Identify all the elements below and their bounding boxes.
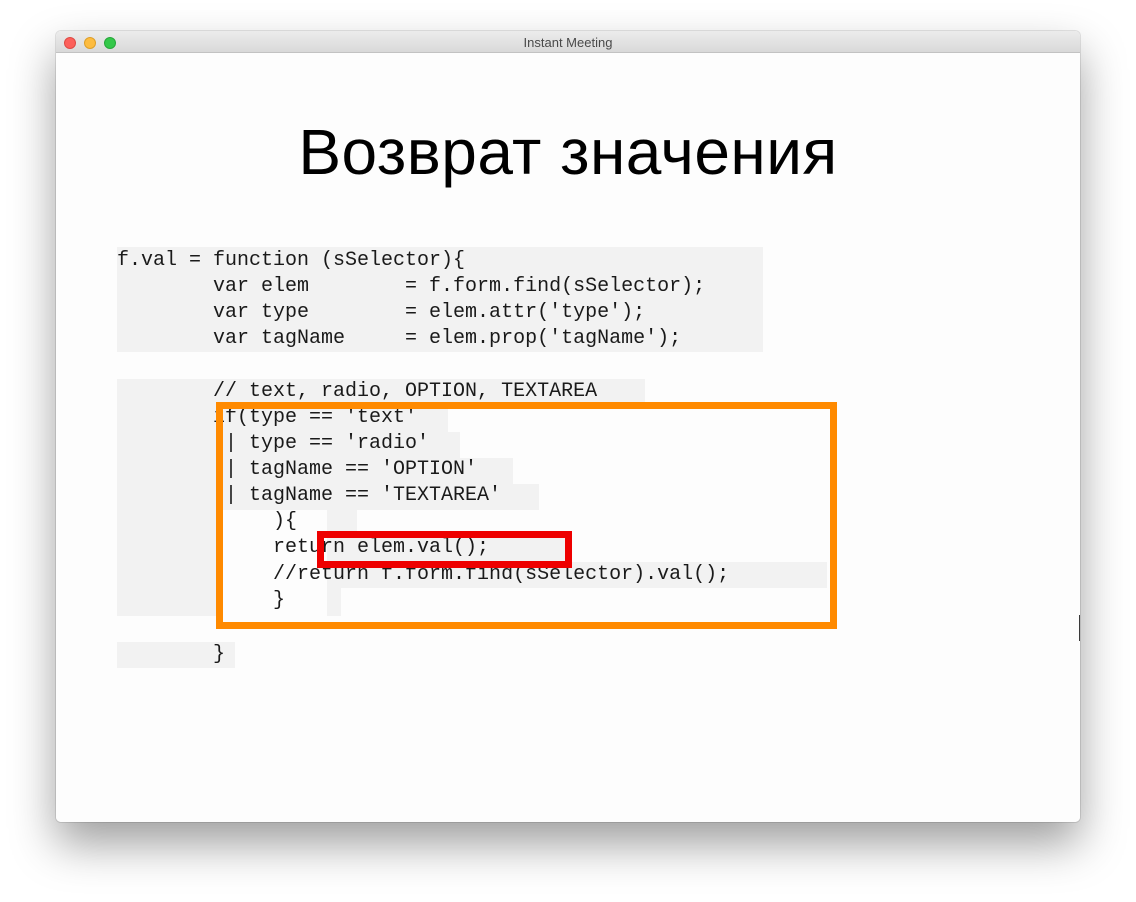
edge-marker [1079, 615, 1080, 641]
code-line: var type = elem.attr('type'); [117, 301, 646, 324]
return-highlight-box [317, 531, 572, 568]
code-line: f.val = function (sSelector){ [117, 249, 466, 272]
slide-title: Возврат значения [298, 116, 838, 188]
window-title: Instant Meeting [523, 35, 613, 50]
code-line: } [117, 643, 226, 666]
code-line: var tagName = elem.prop('tagName'); [117, 327, 682, 350]
condition-highlight-box [216, 402, 837, 629]
presentation-slide: Возврат значения f.val = function (sSele… [56, 53, 1080, 822]
code-line: var elem = f.form.find(sSelector); [117, 275, 706, 298]
title-bar[interactable]: Instant Meeting [56, 31, 1080, 53]
app-window: Instant Meeting Возврат значения f.val =… [56, 31, 1080, 822]
